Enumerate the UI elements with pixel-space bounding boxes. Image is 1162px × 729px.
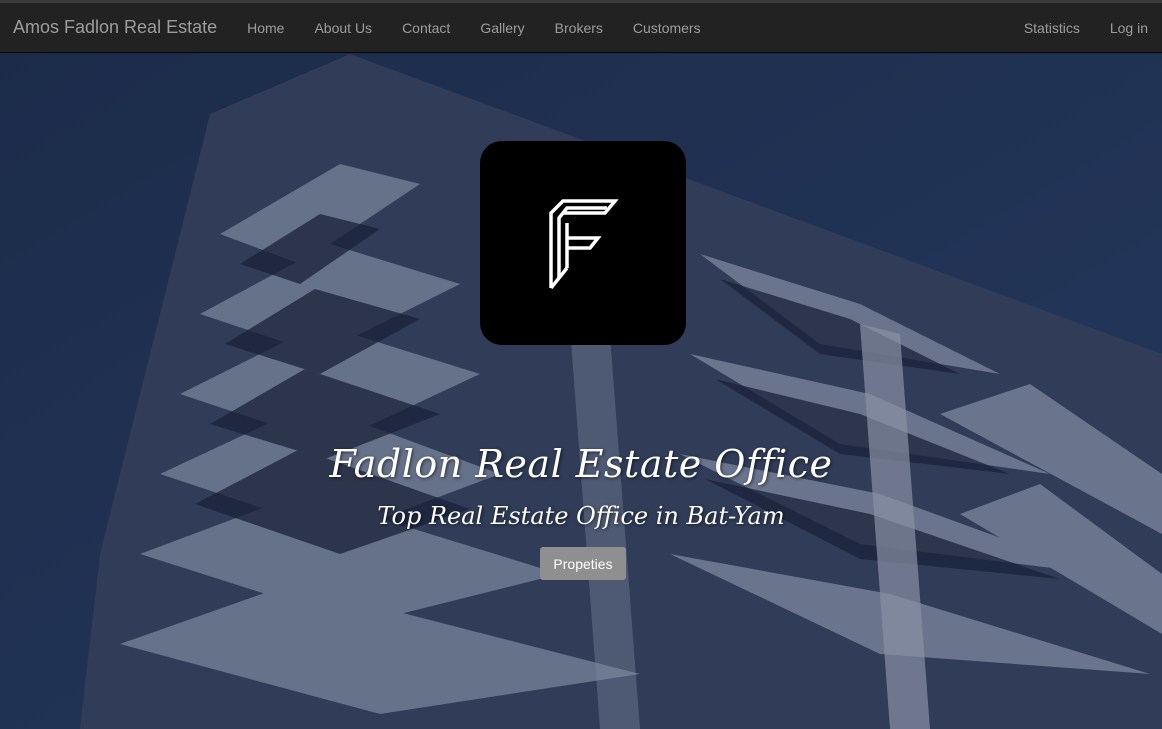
nav-customers-link[interactable]: Customers: [618, 3, 716, 53]
brand-link[interactable]: Amos Fadlon Real Estate: [13, 17, 217, 38]
nav-brokers-link[interactable]: Brokers: [540, 3, 618, 53]
nav-contact-link[interactable]: Contact: [387, 3, 465, 53]
stylized-f-logo-icon: [549, 199, 619, 290]
nav-home-link[interactable]: Home: [232, 3, 299, 53]
hero-subtitle: Top Real Estate Office in Bat-Yam: [377, 502, 785, 530]
hero-title: Fadlon Real Estate Office: [329, 442, 833, 486]
hero-section: Fadlon Real Estate Office Top Real Estat…: [0, 54, 1162, 729]
logo-box: [480, 141, 686, 345]
nav-gallery-link[interactable]: Gallery: [465, 3, 539, 53]
properties-button[interactable]: Propeties: [540, 547, 626, 580]
nav-left-menu: Home About Us Contact Gallery Brokers Cu…: [232, 3, 715, 53]
nav-login-link[interactable]: Log in: [1095, 3, 1162, 53]
navbar: Amos Fadlon Real Estate Home About Us Co…: [0, 3, 1162, 53]
nav-statistics-link[interactable]: Statistics: [1009, 3, 1095, 53]
nav-right-menu: Statistics Log in: [1009, 3, 1162, 53]
nav-about-link[interactable]: About Us: [299, 3, 387, 53]
